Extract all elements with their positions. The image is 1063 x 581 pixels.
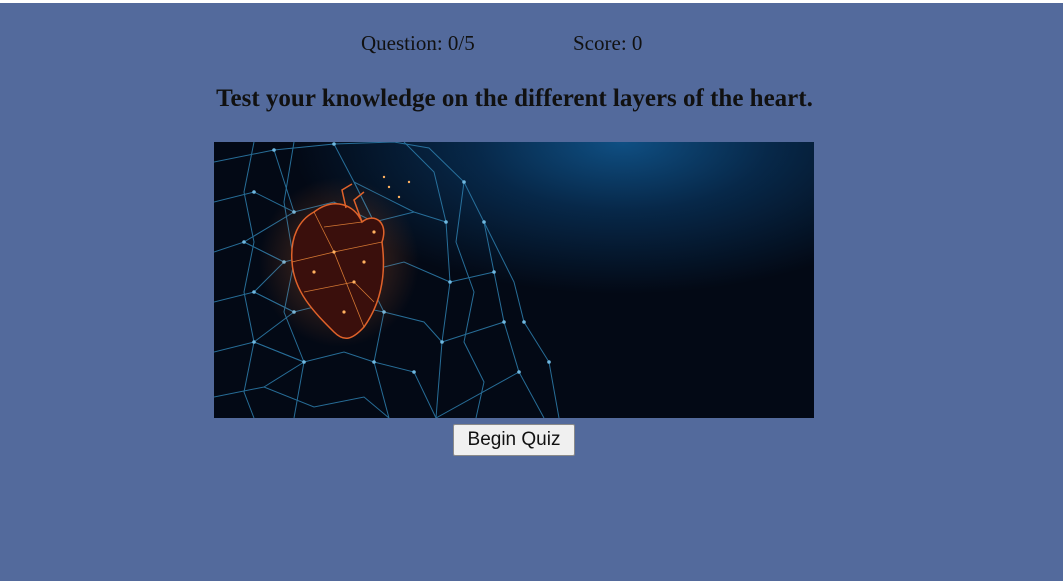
score-counter: Score: 0	[573, 31, 643, 55]
begin-quiz-button[interactable]: Begin Quiz	[453, 424, 575, 456]
heart-icon	[259, 175, 419, 347]
heart-hero-image	[214, 142, 814, 418]
question-counter: Question: 0/5	[361, 31, 475, 55]
quiz-heading: Test your knowledge on the different lay…	[216, 85, 813, 112]
quiz-page: Question: 0/5 Score: 0 Test your knowled…	[0, 3, 1063, 581]
status-bar: Question: 0/5 Score: 0	[0, 30, 1063, 56]
heart-anatomy-illustration	[214, 142, 814, 418]
